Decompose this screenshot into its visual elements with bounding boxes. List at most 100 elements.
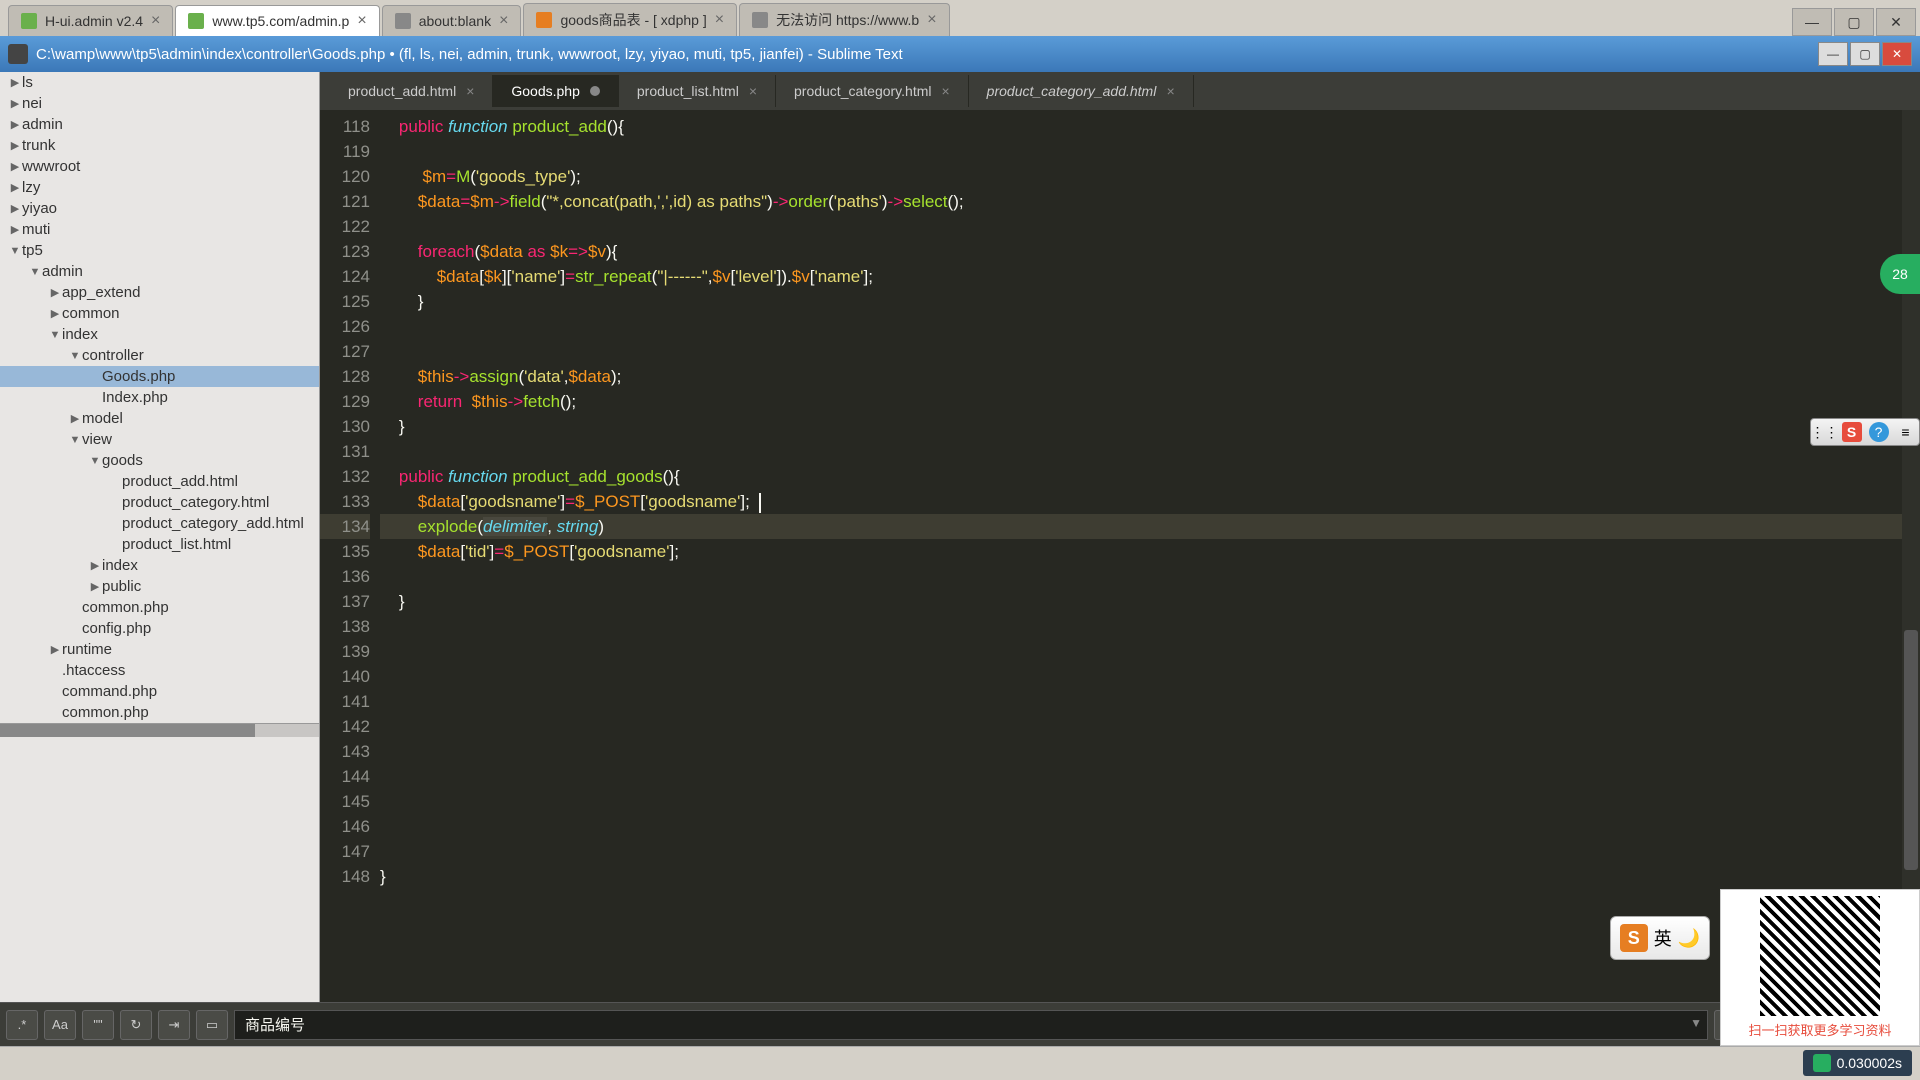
tree-item[interactable]: command.php <box>0 681 319 702</box>
close-icon[interactable]: × <box>466 83 474 99</box>
code-editor[interactable]: 1181191201211221231241251261271281291301… <box>320 110 1920 1002</box>
tree-item[interactable]: product_add.html <box>0 471 319 492</box>
tree-item[interactable]: ▼controller <box>0 345 319 366</box>
tree-item[interactable]: ▼goods <box>0 450 319 471</box>
browser-tab[interactable]: www.tp5.com/admin.p× <box>175 5 379 36</box>
close-icon[interactable]: × <box>941 83 949 99</box>
ime-menu-icon[interactable]: ≡ <box>1896 422 1916 442</box>
tree-arrow-icon[interactable]: ▶ <box>8 139 22 152</box>
minimize-icon[interactable]: — <box>1792 8 1832 36</box>
floating-badge[interactable]: 28 <box>1880 254 1920 294</box>
highlight-toggle[interactable]: ▭ <box>196 1010 228 1040</box>
close-icon[interactable]: ✕ <box>1876 8 1916 36</box>
find-input[interactable] <box>234 1010 1708 1040</box>
tree-item[interactable]: ▼index <box>0 324 319 345</box>
close-icon[interactable]: × <box>715 11 724 29</box>
tree-arrow-icon[interactable]: ▶ <box>8 202 22 215</box>
case-toggle[interactable]: Aa <box>44 1010 76 1040</box>
tree-arrow-icon[interactable]: ▶ <box>48 307 62 320</box>
favicon-icon <box>188 13 204 29</box>
tree-arrow-icon[interactable]: ▼ <box>68 434 82 446</box>
maximize-icon[interactable]: ▢ <box>1834 8 1874 36</box>
browser-tab[interactable]: about:blank× <box>382 5 522 36</box>
tree-item[interactable]: product_category_add.html <box>0 513 319 534</box>
tree-item[interactable]: ▶trunk <box>0 135 319 156</box>
tree-item[interactable]: ▼tp5 <box>0 240 319 261</box>
tree-item[interactable]: product_category.html <box>0 492 319 513</box>
close-icon[interactable]: × <box>151 12 160 30</box>
tree-arrow-icon[interactable]: ▶ <box>68 412 82 425</box>
tree-arrow-icon[interactable]: ▶ <box>8 76 22 89</box>
tree-arrow-icon[interactable]: ▶ <box>8 223 22 236</box>
tree-item[interactable]: ▶wwwroot <box>0 156 319 177</box>
tree-item[interactable]: ▶app_extend <box>0 282 319 303</box>
tree-item[interactable]: ▶lzy <box>0 177 319 198</box>
tree-arrow-icon[interactable]: ▶ <box>8 160 22 173</box>
tree-arrow-icon[interactable]: ▼ <box>28 266 42 278</box>
editor-tab[interactable]: product_add.html× <box>330 75 493 107</box>
tree-item[interactable]: ▶ls <box>0 72 319 93</box>
tree-item[interactable]: ▶public <box>0 576 319 597</box>
editor-tab[interactable]: product_category.html× <box>776 75 969 107</box>
tree-arrow-icon[interactable]: ▶ <box>48 643 62 656</box>
close-button[interactable]: ✕ <box>1882 42 1912 66</box>
wrap-toggle[interactable]: ↻ <box>120 1010 152 1040</box>
regex-toggle[interactable]: .* <box>6 1010 38 1040</box>
browser-tab[interactable]: goods商品表 - [ xdphp ]× <box>523 3 737 36</box>
tree-arrow-icon[interactable]: ▶ <box>8 181 22 194</box>
ime-grip-icon[interactable]: ⋮⋮ <box>1815 422 1835 442</box>
close-icon[interactable]: × <box>1166 83 1174 99</box>
tree-arrow-icon[interactable]: ▶ <box>8 97 22 110</box>
tree-item[interactable]: ▼view <box>0 429 319 450</box>
tree-item[interactable]: common.php <box>0 702 319 723</box>
tree-label: command.php <box>62 683 157 700</box>
browser-tab[interactable]: H-ui.admin v2.4× <box>8 5 173 36</box>
file-tree-sidebar[interactable]: ▶ls▶nei▶admin▶trunk▶wwwroot▶lzy▶yiyao▶mu… <box>0 72 320 1002</box>
editor-scrollbar[interactable] <box>1902 110 1920 1002</box>
sidebar-scrollbar[interactable] <box>0 723 319 737</box>
browser-tab[interactable]: 无法访问 https://www.b× <box>739 3 950 36</box>
tree-item[interactable]: ▶nei <box>0 93 319 114</box>
chevron-down-icon[interactable]: ▼ <box>1690 1016 1702 1030</box>
tree-item[interactable]: ▶runtime <box>0 639 319 660</box>
ime-toolbar[interactable]: ⋮⋮ S ? ≡ <box>1810 418 1920 446</box>
tree-arrow-icon[interactable]: ▼ <box>68 350 82 362</box>
tree-item[interactable]: .htaccess <box>0 660 319 681</box>
close-icon[interactable]: × <box>927 11 936 29</box>
ime-help-icon[interactable]: ? <box>1869 422 1889 442</box>
tree-arrow-icon[interactable]: ▶ <box>88 580 102 593</box>
tree-item[interactable]: config.php <box>0 618 319 639</box>
tree-arrow-icon[interactable]: ▶ <box>8 118 22 131</box>
tree-item[interactable]: product_list.html <box>0 534 319 555</box>
ime-language-indicator[interactable]: S 英 🌙 <box>1610 916 1710 960</box>
editor-tab[interactable]: Goods.php <box>493 75 619 107</box>
close-icon[interactable]: × <box>749 83 757 99</box>
tree-item[interactable]: Goods.php <box>0 366 319 387</box>
editor-tab[interactable]: product_category_add.html× <box>969 75 1194 107</box>
code-content[interactable]: public function product_add(){ $m=M('goo… <box>380 110 1920 1002</box>
tree-item[interactable]: ▶index <box>0 555 319 576</box>
ime-lang-label: 英 <box>1654 925 1672 951</box>
ime-s-icon[interactable]: S <box>1842 422 1862 442</box>
tree-item[interactable]: ▶admin <box>0 114 319 135</box>
tree-item[interactable]: ▶muti <box>0 219 319 240</box>
editor-tab[interactable]: product_list.html× <box>619 75 776 107</box>
tree-arrow-icon[interactable]: ▼ <box>8 245 22 257</box>
close-icon[interactable]: × <box>499 12 508 30</box>
tree-item[interactable]: ▶model <box>0 408 319 429</box>
qr-overlay[interactable]: 扫一扫获取更多学习资料 <box>1720 889 1920 1046</box>
tree-item[interactable]: Index.php <box>0 387 319 408</box>
whole-word-toggle[interactable]: "" <box>82 1010 114 1040</box>
tree-item[interactable]: ▶common <box>0 303 319 324</box>
tree-arrow-icon[interactable]: ▶ <box>48 286 62 299</box>
tree-arrow-icon[interactable]: ▼ <box>48 329 62 341</box>
minimize-button[interactable]: — <box>1818 42 1848 66</box>
maximize-button[interactable]: ▢ <box>1850 42 1880 66</box>
tree-arrow-icon[interactable]: ▼ <box>88 455 102 467</box>
tree-item[interactable]: common.php <box>0 597 319 618</box>
tree-item[interactable]: ▶yiyao <box>0 198 319 219</box>
close-icon[interactable]: × <box>357 12 366 30</box>
in-selection-toggle[interactable]: ⇥ <box>158 1010 190 1040</box>
tree-item[interactable]: ▼admin <box>0 261 319 282</box>
tree-arrow-icon[interactable]: ▶ <box>88 559 102 572</box>
